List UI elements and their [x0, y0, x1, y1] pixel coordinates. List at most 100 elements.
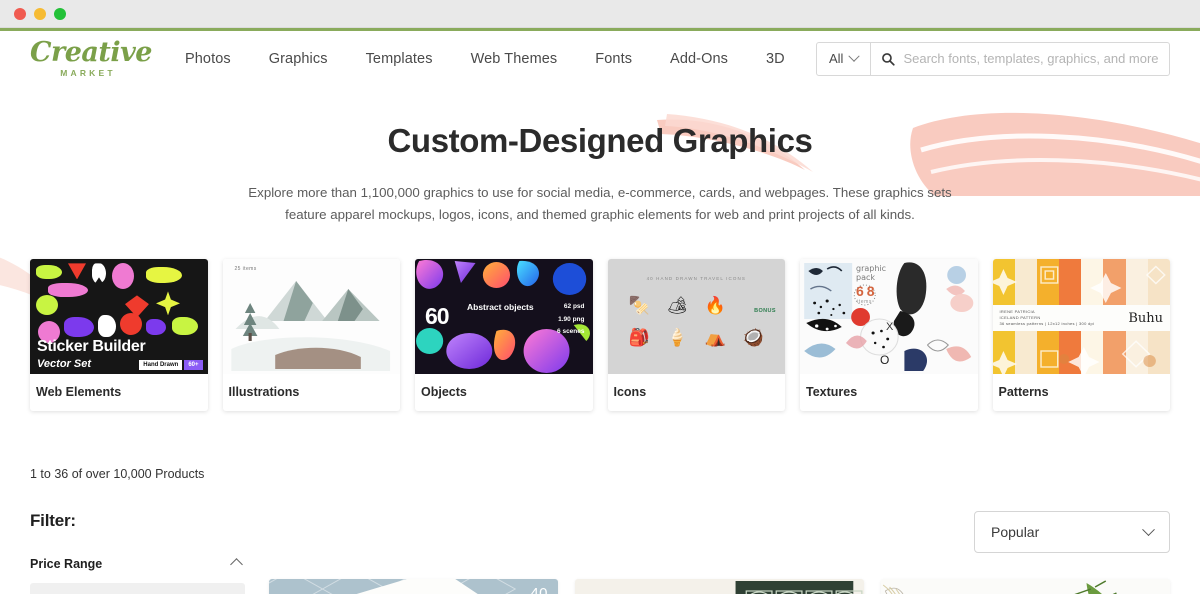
mountain-illustration [230, 281, 390, 372]
site-logo[interactable]: Creative MARKET [30, 37, 152, 78]
filter-and-results-row: Filter: Price Range Popular 40 [0, 481, 1200, 594]
price-range-slider[interactable] [30, 583, 245, 594]
site-header: Creative MARKET Photos Graphics Template… [0, 28, 1200, 86]
sort-row: Popular [269, 511, 1170, 554]
category-label-objects: Objects [421, 385, 467, 400]
product-thumb-botanical [882, 580, 1117, 594]
category-thumbnail-web-elements: Sticker Builder Vector Set Hand Drawn 60… [30, 259, 208, 375]
chevron-down-icon [848, 50, 861, 62]
category-label-web-elements: Web Elements [36, 385, 122, 400]
nav-item-graphics[interactable]: Graphics [250, 51, 347, 67]
category-thumbnail-illustrations: 25 items [222, 259, 400, 375]
search-bar: All [816, 41, 1170, 76]
thumb-spec-1: 62 psd [563, 303, 585, 311]
results-column: Popular 40 [269, 511, 1170, 594]
pattern-band-line3: 36 seamless patterns | 12x12 inches | 30… [999, 321, 1095, 327]
filter-heading: Filter: [30, 511, 76, 531]
page-title: Custom-Designed Graphics [387, 122, 813, 159]
thumb-icon-grid: 🍢 🏕 🔥 🎒 🍦 ⛺ 🥥 [624, 293, 768, 351]
category-card-icons[interactable]: 40 HAND DRAWN TRAVEL ICONS BONUS 🍢 🏕 🔥 🎒… [607, 259, 785, 412]
page-viewport: Creative MARKET Photos Graphics Template… [0, 28, 1200, 594]
nav-item-templates[interactable]: Templates [347, 51, 452, 67]
category-card-row: Sticker Builder Vector Set Hand Drawn 60… [0, 233, 1200, 412]
pattern-title-band: IRENE PATRICIA ICELAND PATTERN 36 seamle… [992, 305, 1170, 332]
filter-group-price-range[interactable]: Price Range [30, 557, 245, 571]
category-label-illustrations: Illustrations [228, 385, 300, 400]
results-count: 1 to 36 of over 10,000 Products [30, 467, 205, 482]
thumb-objects-count: 60 [425, 303, 450, 330]
thumb-spec-3: 6 scenes [557, 328, 585, 336]
thumb-spec-2: 1.90 png [558, 315, 585, 323]
thumb-textures-items: items [857, 299, 872, 306]
nav-item-3d[interactable]: 3D [747, 51, 804, 67]
browser-chrome [0, 0, 1200, 28]
thumb-subtitle-vector-set: Vector Set [37, 358, 92, 371]
ice-cream-icon: 🍦 [666, 328, 688, 348]
thumb-textures-mark-o: O [880, 353, 890, 368]
category-card-illustrations[interactable]: 25 items Illustrations [222, 259, 400, 412]
category-label-patterns: Patterns [998, 385, 1049, 400]
category-thumbnail-icons: 40 HAND DRAWN TRAVEL ICONS BONUS 🍢 🏕 🔥 🎒… [607, 259, 785, 375]
category-card-objects[interactable]: 60 Abstract objects 62 psd 1.90 png 6 sc… [415, 259, 593, 412]
campfire-icon: 🔥 [704, 296, 726, 316]
pattern-band-text: IRENE PATRICIA ICELAND PATTERN 36 seamle… [1000, 309, 1095, 327]
category-card-patterns[interactable]: IRENE PATRICIA ICELAND PATTERN 36 seamle… [992, 259, 1170, 412]
search-scope-dropdown[interactable]: All [817, 42, 872, 75]
map-icon: 🏕 [666, 296, 689, 316]
tent-icon: ⛺ [704, 328, 726, 348]
nav-item-add-ons[interactable]: Add-Ons [651, 51, 747, 67]
pattern-band-line2: ICELAND PATTERN [999, 315, 1041, 321]
thumb-tag-count: 60+ [184, 360, 203, 371]
coconut-icon: 🥥 [742, 328, 764, 348]
backpack-icon: 🎒 [628, 328, 650, 348]
product-card-patterns[interactable]: 40 PATTERNS [269, 579, 558, 594]
window-close-button[interactable] [14, 7, 26, 20]
sort-dropdown[interactable]: Popular [974, 511, 1170, 554]
thumb-tag-row: Hand Drawn 60+ [139, 360, 203, 371]
thumb-tag-hand-drawn: Hand Drawn [139, 360, 183, 371]
filter-group-label-price-range: Price Range [30, 557, 103, 572]
logo-wordmark: Creative [30, 37, 152, 68]
thumb-textures-pack: pack [856, 272, 876, 282]
thumb-textures-line1: graphic pack [856, 265, 886, 282]
nav-item-photos[interactable]: Photos [166, 51, 250, 67]
thumb-textures-mark-x: X [886, 321, 894, 334]
category-label-icons: Icons [613, 385, 647, 400]
category-thumbnail-textures: graphic pack 68 items X O [800, 259, 978, 375]
sort-selected-value: Popular [991, 524, 1040, 541]
product-thumb-count: 40 [530, 585, 548, 594]
window-maximize-button[interactable] [54, 7, 66, 20]
category-card-web-elements[interactable]: Sticker Builder Vector Set Hand Drawn 60… [30, 259, 208, 412]
product-grid: 40 PATTERNS [269, 579, 1170, 594]
thumb-objects-name: Abstract objects [467, 302, 534, 313]
logo-subtext: MARKET [60, 68, 116, 78]
thumb-icons-header: 40 HAND DRAWN TRAVEL ICONS [646, 276, 746, 282]
category-thumbnail-objects: 60 Abstract objects 62 psd 1.90 png 6 sc… [415, 259, 593, 375]
product-card-monoline[interactable]: SIMPLE MONOLINE [575, 579, 864, 594]
thumb-caption-item-count: 25 items [234, 266, 257, 273]
product-thumb-monoline-swatches [735, 581, 863, 594]
thumb-textures-count: 68 [856, 283, 878, 300]
pattern-band-line1: IRENE PATRICIA [999, 309, 1035, 315]
category-label-textures: Textures [806, 385, 858, 400]
hero-subtitle: Explore more than 1,100,000 graphics to … [248, 185, 952, 222]
nav-item-fonts[interactable]: Fonts [576, 51, 651, 67]
thumb-icons-bonus: BONUS [754, 308, 776, 315]
window-minimize-button[interactable] [34, 7, 46, 20]
product-card-botanical[interactable]: A CHEERFUL COLLECTION [881, 579, 1170, 594]
grill-icon: 🍢 [628, 296, 650, 316]
nav-item-web-themes[interactable]: Web Themes [452, 51, 577, 67]
thumb-objects-specs: 62 psd 1.90 png 6 scenes [557, 301, 584, 338]
filter-sidebar: Filter: Price Range [30, 511, 245, 594]
chevron-down-icon [1142, 523, 1155, 536]
search-icon [882, 52, 896, 66]
chevron-up-icon [230, 557, 243, 571]
product-thumb-geometric-patterns [269, 579, 517, 594]
pattern-brand-name: Buhu [1128, 310, 1163, 326]
empty-slot [738, 293, 768, 319]
primary-navigation: Photos Graphics Templates Web Themes Fon… [166, 51, 804, 67]
category-card-textures[interactable]: graphic pack 68 items X O Textures [800, 259, 978, 412]
search-input[interactable] [903, 51, 1159, 66]
search-field-wrapper [871, 43, 1169, 75]
thumb-title-sticker-builder: Sticker Builder [37, 338, 146, 356]
